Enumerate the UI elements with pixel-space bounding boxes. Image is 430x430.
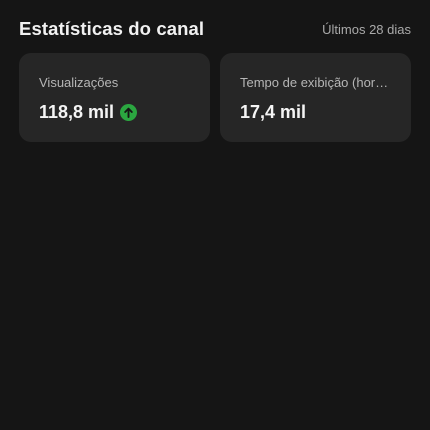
stats-cards: Visualizações 118,8 mil Tempo de exibiçã… (19, 53, 411, 142)
arrow-up-circle-icon (120, 103, 138, 121)
channel-stats-page: Estatísticas do canal Últimos 28 dias Vi… (0, 0, 430, 430)
watch-time-value-row: 17,4 mil (240, 101, 391, 123)
views-card[interactable]: Visualizações 118,8 mil (19, 53, 210, 142)
page-title: Estatísticas do canal (19, 18, 205, 39)
watch-time-label: Tempo de exibição (horas) (240, 75, 391, 90)
watch-time-value: 17,4 mil (240, 102, 307, 122)
views-value: 118,8 mil (39, 102, 115, 122)
stats-header: Estatísticas do canal Últimos 28 dias (19, 14, 411, 44)
date-range-label[interactable]: Últimos 28 dias (322, 22, 411, 37)
views-value-row: 118,8 mil (39, 101, 190, 123)
views-label: Visualizações (39, 75, 119, 90)
watch-time-card[interactable]: Tempo de exibição (horas) 17,4 mil (220, 53, 411, 142)
